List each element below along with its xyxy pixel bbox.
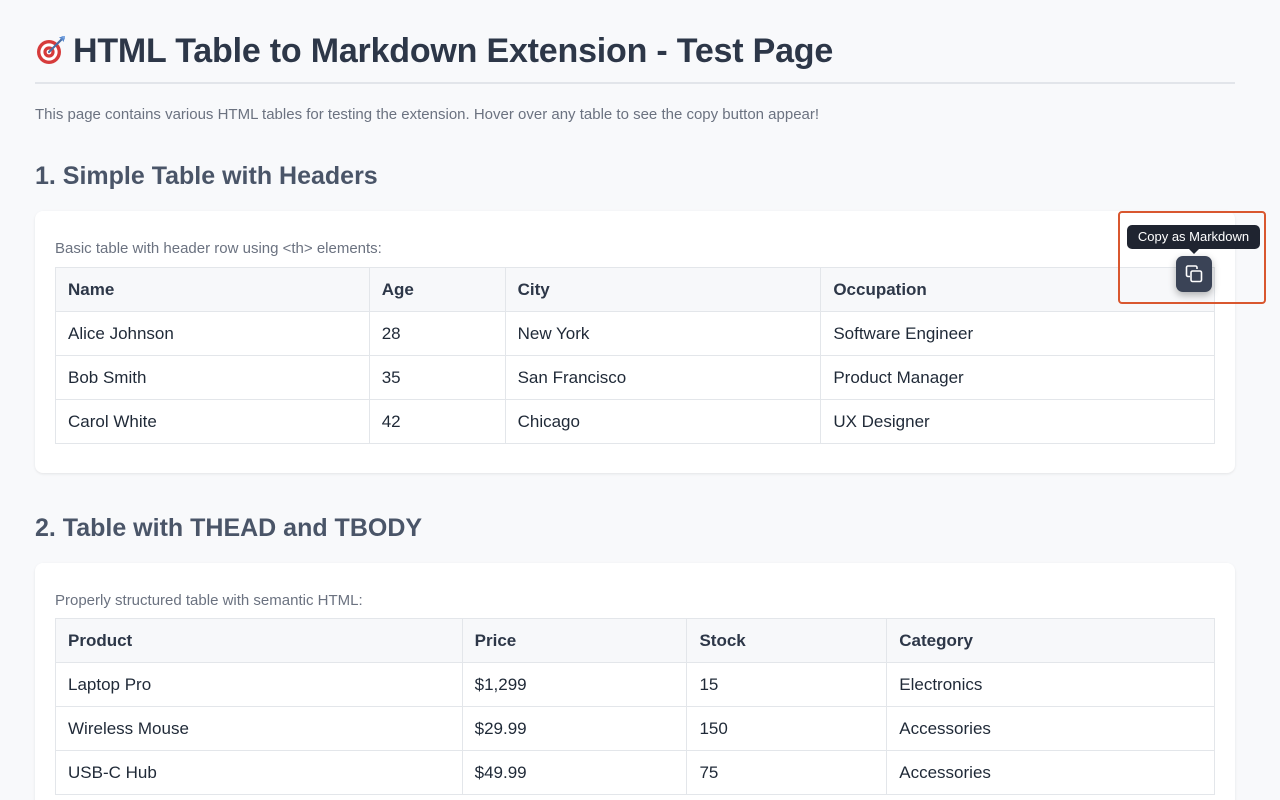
table-row: Wireless Mouse $29.99 150 Accessories [55,706,1215,751]
table-cell: Chicago [504,399,822,444]
test-page: HTML Table to Markdown Extension - Test … [0,0,1280,800]
title-divider [35,82,1235,84]
column-header: Age [368,267,506,312]
table-cell: USB-C Hub [55,750,463,795]
thead-tbody-table-description: Properly structured table with semantic … [55,592,363,609]
table-cell: Carol White [55,399,370,444]
copy-tooltip: Copy as Markdown [1127,225,1260,249]
section-heading-simple-table: 1. Simple Table with Headers [35,162,378,190]
thead-tbody-table[interactable]: Product Price Stock Category Laptop Pro … [55,618,1215,795]
table-cell: 150 [686,706,888,751]
table-row: USB-C Hub $49.99 75 Accessories [55,750,1215,795]
column-header: Product [55,618,463,663]
table-cell: San Francisco [504,355,822,400]
intro-text: This page contains various HTML tables f… [35,106,820,123]
column-header: City [504,267,822,312]
tooltip-arrow [1188,248,1200,254]
table-row: Carol White 42 Chicago UX Designer [55,399,1215,444]
table-row: Alice Johnson 28 New York Software Engin… [55,311,1215,356]
table-cell: 28 [368,311,506,356]
table-cell: Electronics [886,662,1215,707]
simple-table[interactable]: Name Age City Occupation Alice Johnson 2… [55,267,1215,444]
table-cell: Laptop Pro [55,662,463,707]
section-heading-thead-tbody: 2. Table with THEAD and TBODY [35,514,423,542]
table-cell: UX Designer [820,399,1215,444]
column-header: Price [461,618,688,663]
table-cell: Bob Smith [55,355,370,400]
table-cell: Accessories [886,706,1215,751]
column-header: Category [886,618,1215,663]
simple-table-card: Basic table with header row using <th> e… [35,211,1235,473]
page-title: HTML Table to Markdown Extension - Test … [35,30,833,72]
target-dart-icon [37,36,65,64]
table-cell: $29.99 [461,706,688,751]
table-cell: Product Manager [820,355,1215,400]
table-cell: 35 [368,355,506,400]
table-row: Bob Smith 35 San Francisco Product Manag… [55,355,1215,400]
table-header-row: Name Age City Occupation [55,267,1215,312]
table-row: Laptop Pro $1,299 15 Electronics [55,662,1215,707]
copy-icon [1185,265,1203,283]
column-header: Name [55,267,370,312]
copy-as-markdown-button[interactable] [1176,256,1212,292]
table-cell: 42 [368,399,506,444]
thead-tbody-table-card: Properly structured table with semantic … [35,563,1235,800]
column-header: Stock [686,618,888,663]
table-cell: Wireless Mouse [55,706,463,751]
table-cell: 15 [686,662,888,707]
simple-table-description: Basic table with header row using <th> e… [55,240,382,257]
table-header-row: Product Price Stock Category [55,618,1215,663]
table-cell: Software Engineer [820,311,1215,356]
table-cell: Accessories [886,750,1215,795]
table-cell: 75 [686,750,888,795]
table-cell: $1,299 [461,662,688,707]
table-cell: Alice Johnson [55,311,370,356]
table-cell: $49.99 [461,750,688,795]
table-cell: New York [504,311,822,356]
